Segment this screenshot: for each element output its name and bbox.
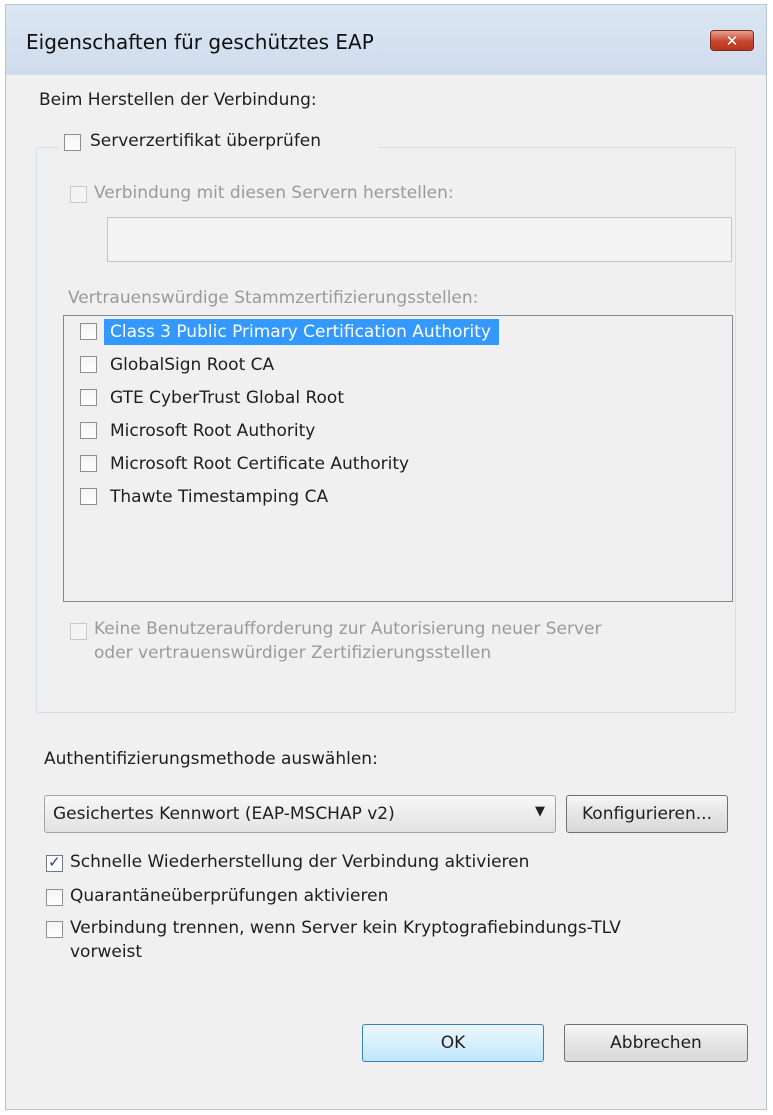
ca-label: Microsoft Root Authority <box>110 421 316 441</box>
disconnect-checkbox[interactable] <box>46 921 63 938</box>
fast-reconnect-checkbox[interactable]: ✓ <box>46 853 63 872</box>
close-icon: ✕ <box>725 32 739 50</box>
window-title: Eigenschaften für geschütztes EAP <box>26 30 374 54</box>
list-item[interactable]: Class 3 Public Primary Certification Aut… <box>64 317 732 347</box>
ok-button[interactable]: OK <box>362 1024 544 1062</box>
fast-reconnect-label: Schnelle Wiederherstellung der Verbindun… <box>70 852 530 872</box>
ca-checkbox[interactable] <box>80 488 97 505</box>
ca-checkbox[interactable] <box>80 389 97 406</box>
chevron-down-icon: ▼ <box>535 804 545 819</box>
ca-checkbox[interactable] <box>80 455 97 472</box>
auth-method-heading: Authentifizierungsmethode auswählen: <box>44 749 378 769</box>
ca-checkbox[interactable] <box>80 323 97 340</box>
ca-label: Microsoft Root Certificate Authority <box>110 454 410 474</box>
trusted-ca-list[interactable]: Class 3 Public Primary Certification Aut… <box>63 315 733 602</box>
connect-servers-label: Verbindung mit diesen Servern herstellen… <box>94 183 454 203</box>
quarantine-checkbox[interactable] <box>46 889 63 906</box>
list-item[interactable]: GTE CyberTrust Global Root <box>64 383 732 413</box>
ca-label: GlobalSign Root CA <box>110 355 275 375</box>
eap-properties-dialog: Eigenschaften für geschütztes EAP ✕ Beim… <box>5 4 767 1110</box>
list-item[interactable]: Microsoft Root Authority <box>64 416 732 446</box>
disconnect-label-line1: Verbindung trennen, wenn Server kein Kry… <box>70 918 621 938</box>
no-prompt-label-line2: oder vertrauenswürdiger Zertifizierungss… <box>94 643 492 663</box>
trusted-ca-label: Vertrauenswürdige Stammzertifizierungsst… <box>68 288 479 308</box>
quarantine-label: Quarantäneüberprüfungen aktivieren <box>70 886 389 906</box>
ca-checkbox[interactable] <box>80 422 97 439</box>
no-prompt-label-line1: Keine Benutzeraufforderung zur Autorisie… <box>94 619 602 639</box>
list-item[interactable]: Thawte Timestamping CA <box>64 482 732 512</box>
list-item[interactable]: Microsoft Root Certificate Authority <box>64 449 732 479</box>
validate-cert-label: Serverzertifikat überprüfen <box>90 131 322 151</box>
close-button[interactable]: ✕ <box>710 30 754 51</box>
auth-method-select[interactable]: Gesichertes Kennwort (EAP-MSCHAP v2) ▼ <box>44 795 556 833</box>
no-prompt-checkbox[interactable] <box>70 623 87 640</box>
checkmark-icon: ✓ <box>48 853 61 871</box>
list-item[interactable]: GlobalSign Root CA <box>64 350 732 380</box>
title-bar[interactable]: Eigenschaften für geschütztes EAP ✕ <box>6 5 766 75</box>
ca-label: Thawte Timestamping CA <box>110 487 329 507</box>
ca-label: GTE CyberTrust Global Root <box>110 388 344 408</box>
servers-input[interactable] <box>107 217 732 262</box>
cancel-button[interactable]: Abbrechen <box>564 1024 748 1062</box>
auth-method-value: Gesichertes Kennwort (EAP-MSCHAP v2) <box>53 804 395 824</box>
disconnect-label-line2: vorweist <box>70 942 143 962</box>
dialog-body: Beim Herstellen der Verbindung: Serverze… <box>6 75 766 1109</box>
ca-checkbox[interactable] <box>80 356 97 373</box>
ca-label: Class 3 Public Primary Certification Aut… <box>104 319 499 345</box>
connect-servers-checkbox[interactable] <box>70 186 87 203</box>
configure-button[interactable]: Konfigurieren... <box>566 795 728 833</box>
validate-cert-checkbox[interactable] <box>64 134 81 151</box>
connect-heading: Beim Herstellen der Verbindung: <box>39 90 317 110</box>
